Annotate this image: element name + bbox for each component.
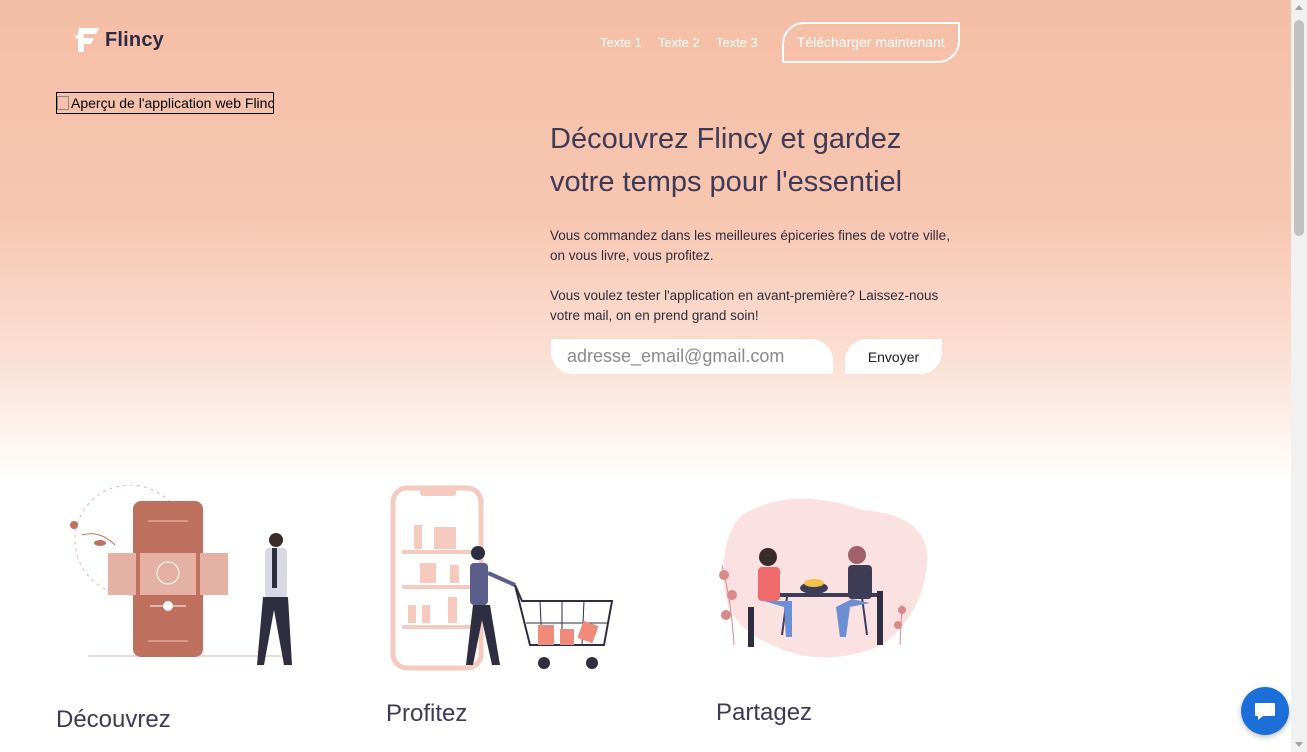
nav-link-texte-3[interactable]: Texte 3 (716, 35, 758, 50)
hero-section: Flincy Texte 1 Texte 2 Texte 3 Télécharg… (0, 0, 1291, 480)
feature-title-share: Partagez (716, 699, 813, 726)
nav-link-texte-2[interactable]: Texte 2 (658, 35, 700, 50)
brand-logo[interactable]: Flincy (73, 25, 164, 55)
feature-title-discover: Découvrez (56, 706, 171, 733)
enjoy-illustration (390, 485, 614, 671)
send-button[interactable]: Envoyer (845, 339, 942, 374)
scrollbar-thumb[interactable] (1294, 20, 1304, 236)
email-input[interactable] (551, 339, 833, 374)
brand-name: Flincy (105, 28, 164, 51)
app-preview-image: Aperçu de l'application web Flincy (56, 92, 274, 114)
download-now-button[interactable]: Télécharger maintenant (781, 22, 960, 63)
chat-button[interactable] (1241, 687, 1289, 735)
chat-bubble-icon (1255, 703, 1275, 720)
feature-title-enjoy: Profitez (386, 700, 468, 727)
nav-link-texte-1[interactable]: Texte 1 (600, 35, 642, 50)
discover-illustration (70, 485, 292, 665)
scroll-up-arrow-icon[interactable] (1295, 5, 1303, 10)
hero-description: Vous commandez dans les meilleures épice… (550, 228, 950, 263)
share-illustration (719, 498, 928, 658)
broken-image-icon (57, 96, 69, 110)
main-nav: Texte 1 Texte 2 Texte 3 Télécharger main… (600, 22, 960, 63)
hero-headline: Découvrez Flincy et gardez votre temps p… (550, 123, 903, 198)
scroll-down-arrow-icon[interactable] (1295, 742, 1303, 747)
flincy-f-logo-icon (75, 28, 99, 52)
vertical-scrollbar[interactable] (1291, 0, 1307, 752)
app-preview-alt-text: Aperçu de l'application web Flincy (71, 95, 274, 111)
hero-invitation: Vous voulez tester l'application en avan… (550, 288, 939, 323)
